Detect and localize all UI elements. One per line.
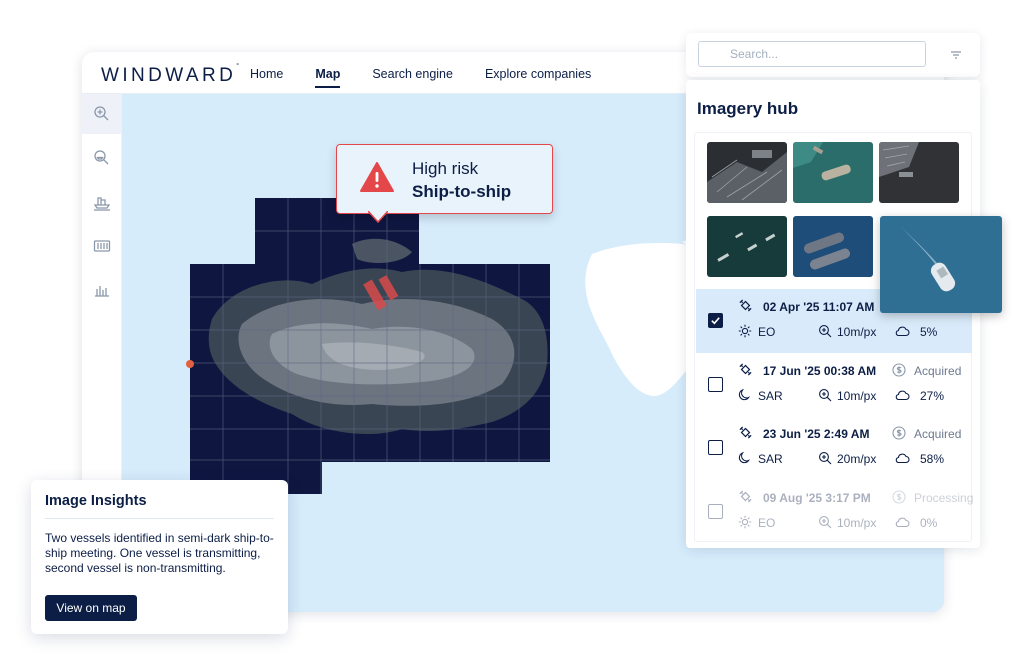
- satellite-icon: [739, 490, 752, 503]
- row-resolution-3: 20m/px: [837, 452, 877, 466]
- dollar-coin-icon: [892, 426, 906, 440]
- imagery-thumbnail-3[interactable]: [879, 142, 959, 203]
- zoom-in-icon: [819, 389, 832, 402]
- row-checkbox-2[interactable]: [708, 377, 723, 392]
- row-status-4: Processing: [914, 491, 974, 505]
- cloud-icon: [895, 326, 910, 337]
- dollar-coin-icon: [892, 363, 906, 377]
- sidebar-containers[interactable]: [82, 226, 122, 266]
- high-risk-alert[interactable]: High risk Ship-to-ship: [336, 144, 553, 214]
- satellite-icon: [739, 299, 752, 312]
- row-mode-1: EO: [758, 325, 776, 339]
- sidebar-search-vessel[interactable]: [82, 138, 122, 178]
- row-checkbox-1[interactable]: [708, 313, 723, 328]
- imagery-row-3[interactable]: 23 Jun '25 2:49 AM Acquired SAR 20m/px 5…: [696, 416, 972, 480]
- zoom-in-icon: [819, 325, 832, 338]
- alert-pointer: [368, 211, 388, 223]
- search-vessel-icon: [94, 150, 109, 165]
- cloud-icon: [895, 390, 910, 401]
- cloud-icon: [895, 517, 910, 528]
- row-date-4: 09 Aug '25 3:17 PM: [763, 491, 871, 505]
- search-input[interactable]: [698, 41, 926, 67]
- zoom-in-icon: [819, 452, 832, 465]
- port-icon: [93, 197, 111, 211]
- alert-type: Ship-to-ship: [412, 182, 512, 201]
- search-bar: [686, 33, 980, 77]
- zoom-in-icon: [819, 516, 832, 529]
- row-resolution-2: 10m/px: [837, 389, 877, 403]
- satellite-icon: [739, 363, 752, 376]
- row-status-2: Acquired: [914, 364, 962, 378]
- search-map-icon: [94, 106, 109, 121]
- imagery-thumbnail-2[interactable]: [793, 142, 873, 203]
- windward-logo[interactable]: WINDWARD°: [101, 63, 239, 87]
- row-mode-4: EO: [758, 516, 776, 530]
- insights-title: Image Insights: [45, 493, 147, 509]
- imagery-hub-title: Imagery hub: [697, 99, 799, 118]
- nav-map[interactable]: Map: [315, 67, 341, 88]
- moon-icon: [738, 451, 751, 464]
- nav-home[interactable]: Home: [250, 67, 283, 88]
- row-checkbox-4: [708, 504, 723, 519]
- warning-triangle-icon: [360, 162, 394, 192]
- bar-chart-icon: [95, 286, 109, 297]
- sun-icon: [738, 515, 752, 529]
- insights-divider: [45, 518, 274, 519]
- imagery-row-4: 09 Aug '25 3:17 PM Processing EO 10m/px …: [696, 480, 974, 544]
- main-nav: Home Map Search engine Explore companies: [250, 67, 591, 88]
- satellite-icon: [739, 426, 752, 439]
- sidebar-search-map[interactable]: [82, 94, 122, 134]
- row-cloud-3: 58%: [920, 452, 945, 466]
- row-status-3: Acquired: [914, 427, 962, 441]
- row-cloud-2: 27%: [920, 389, 945, 403]
- view-on-map-button[interactable]: View on map: [45, 595, 137, 621]
- row-date-2: 17 Jun '25 00:38 AM: [763, 364, 877, 378]
- imagery-thumbnail-5[interactable]: [793, 216, 873, 277]
- sun-icon: [738, 324, 752, 338]
- image-insights-card: Image Insights Two vessels identified in…: [31, 480, 288, 634]
- nav-explore-companies[interactable]: Explore companies: [485, 67, 591, 88]
- dollar-coin-icon: [892, 490, 906, 504]
- row-mode-3: SAR: [758, 452, 783, 466]
- cloud-icon: [895, 453, 910, 464]
- alert-risk-level: High risk: [412, 159, 479, 178]
- imagery-row-2[interactable]: 17 Jun '25 00:38 AM Acquired SAR 10m/px …: [696, 353, 972, 417]
- imagery-thumbnail-6-enlarged[interactable]: [880, 216, 1002, 313]
- nav-search-engine[interactable]: Search engine: [372, 67, 453, 88]
- imagery-thumbnail-1[interactable]: [707, 142, 787, 203]
- sidebar-analytics[interactable]: [82, 270, 122, 310]
- row-mode-2: SAR: [758, 389, 783, 403]
- row-resolution-1: 10m/px: [837, 325, 877, 339]
- row-cloud-4: 0%: [920, 516, 938, 530]
- row-date-3: 23 Jun '25 2:49 AM: [763, 427, 870, 441]
- container-icon: [93, 240, 111, 252]
- row-checkbox-3[interactable]: [708, 440, 723, 455]
- row-cloud-1: 5%: [920, 325, 938, 339]
- row-resolution-4: 10m/px: [837, 516, 877, 530]
- imagery-thumbnail-4[interactable]: [707, 216, 787, 277]
- filter-icon[interactable]: [949, 48, 963, 62]
- sidebar-ports[interactable]: [82, 182, 122, 222]
- moon-icon: [738, 388, 751, 401]
- checkmark-icon: [711, 317, 720, 325]
- row-date-1: 02 Apr '25 11:07 AM: [763, 300, 875, 314]
- insights-description: Two vessels identified in semi-dark ship…: [45, 531, 274, 575]
